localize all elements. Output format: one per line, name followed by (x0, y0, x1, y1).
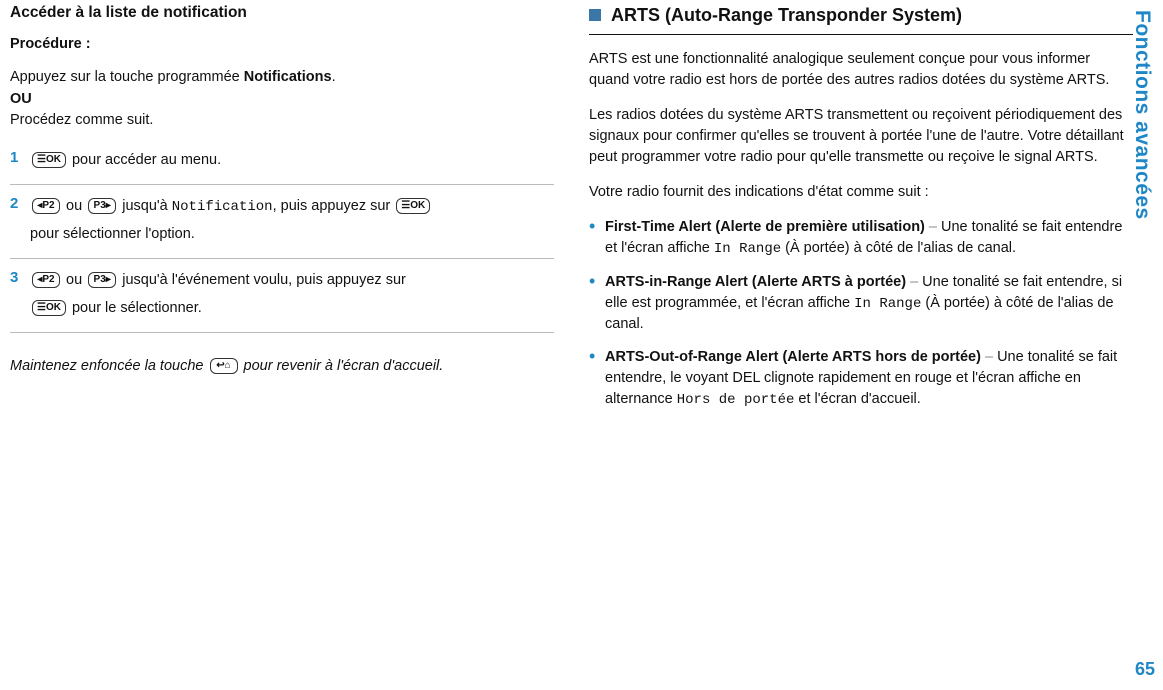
step-2-t2: , puis appuyez sur (273, 198, 395, 214)
step-1-text: pour accéder au menu. (68, 152, 221, 168)
item-dash: – (925, 219, 941, 235)
step-2-t3: pour sélectionner l'option. (30, 226, 195, 242)
key-home-icon: ↩⌂ (210, 358, 238, 374)
item-code: In Range (854, 296, 921, 312)
step-3-t1: jusqu'à l'événement voulu, puis appuyez … (118, 272, 406, 288)
bullet-icon: • (589, 217, 605, 259)
item-t2: et l'écran d'accueil. (794, 391, 920, 407)
key-ok-icon: ☰OK (32, 152, 66, 168)
step-number: 3 (10, 267, 30, 289)
left-heading: Accéder à la liste de notification (10, 2, 554, 24)
item-code: Hors de portée (677, 392, 795, 408)
item-code: In Range (714, 241, 781, 257)
step-1: 1 ☰OK pour accéder au menu. (10, 141, 554, 186)
step-number: 2 (10, 193, 30, 215)
step-number: 1 (10, 147, 30, 169)
intro-2a: OU (10, 91, 32, 107)
item-bold: ARTS-in-Range Alert (Alerte ARTS à porté… (605, 274, 906, 290)
item-t2: (À portée) à côté de l'alias de canal. (781, 240, 1016, 256)
item-dash: – (981, 349, 997, 365)
item-dash: – (906, 274, 922, 290)
arts-p1: ARTS est une fonctionnalité analogique s… (589, 49, 1133, 91)
section-bullet-icon (589, 9, 601, 21)
key-p3-icon: P3▸ (88, 272, 116, 288)
home-note-b: pour revenir à l'écran d'accueil. (240, 358, 444, 374)
intro-1b: Notifications (244, 69, 332, 85)
list-item: • First-Time Alert (Alerte de première u… (589, 217, 1133, 259)
key-ok-icon: ☰OK (32, 300, 66, 316)
home-note-a: Maintenez enfoncée la touche (10, 358, 208, 374)
list-item: • ARTS-in-Range Alert (Alerte ARTS à por… (589, 272, 1133, 335)
step-2-or: ou (62, 198, 86, 214)
arts-p3: Votre radio fournit des indications d'ét… (589, 182, 1133, 203)
page-number: 65 (1135, 656, 1155, 682)
arts-p2: Les radios dotées du système ARTS transm… (589, 105, 1133, 168)
step-3: 3 ◂P2 ou P3▸ jusqu'à l'événement voulu, … (10, 259, 554, 333)
home-note: Maintenez enfoncée la touche ↩⌂ pour rev… (10, 353, 554, 381)
intro-1c: . (332, 69, 336, 85)
bullet-icon: • (589, 347, 605, 410)
key-ok-icon: ☰OK (396, 198, 430, 214)
list-item: • ARTS-Out-of-Range Alert (Alerte ARTS h… (589, 347, 1133, 410)
procedure-label: Procédure : (10, 34, 554, 55)
intro-1a: Appuyez sur la touche programmée (10, 69, 244, 85)
intro-2b: Procédez comme suit. (10, 112, 153, 128)
intro-paragraph: Appuyez sur la touche programmée Notific… (10, 67, 554, 130)
key-p2-icon: ◂P2 (32, 272, 60, 288)
key-p2-icon: ◂P2 (32, 198, 60, 214)
item-bold: First-Time Alert (Alerte de première uti… (605, 219, 925, 235)
step-3-or: ou (62, 272, 86, 288)
key-p3-icon: P3▸ (88, 198, 116, 214)
step-3-t2: pour le sélectionner. (68, 300, 202, 316)
code-notification: Notification (172, 199, 273, 215)
section-header: ARTS (Auto-Range Transponder System) (589, 2, 1133, 35)
item-bold: ARTS-Out-of-Range Alert (Alerte ARTS hor… (605, 349, 981, 365)
section-title: ARTS (Auto-Range Transponder System) (611, 2, 962, 28)
step-2-t1: jusqu'à (118, 198, 172, 214)
bullet-icon: • (589, 272, 605, 335)
side-label: Fonctions avancées (1127, 10, 1157, 410)
step-2: 2 ◂P2 ou P3▸ jusqu'à Notification, puis … (10, 185, 554, 259)
